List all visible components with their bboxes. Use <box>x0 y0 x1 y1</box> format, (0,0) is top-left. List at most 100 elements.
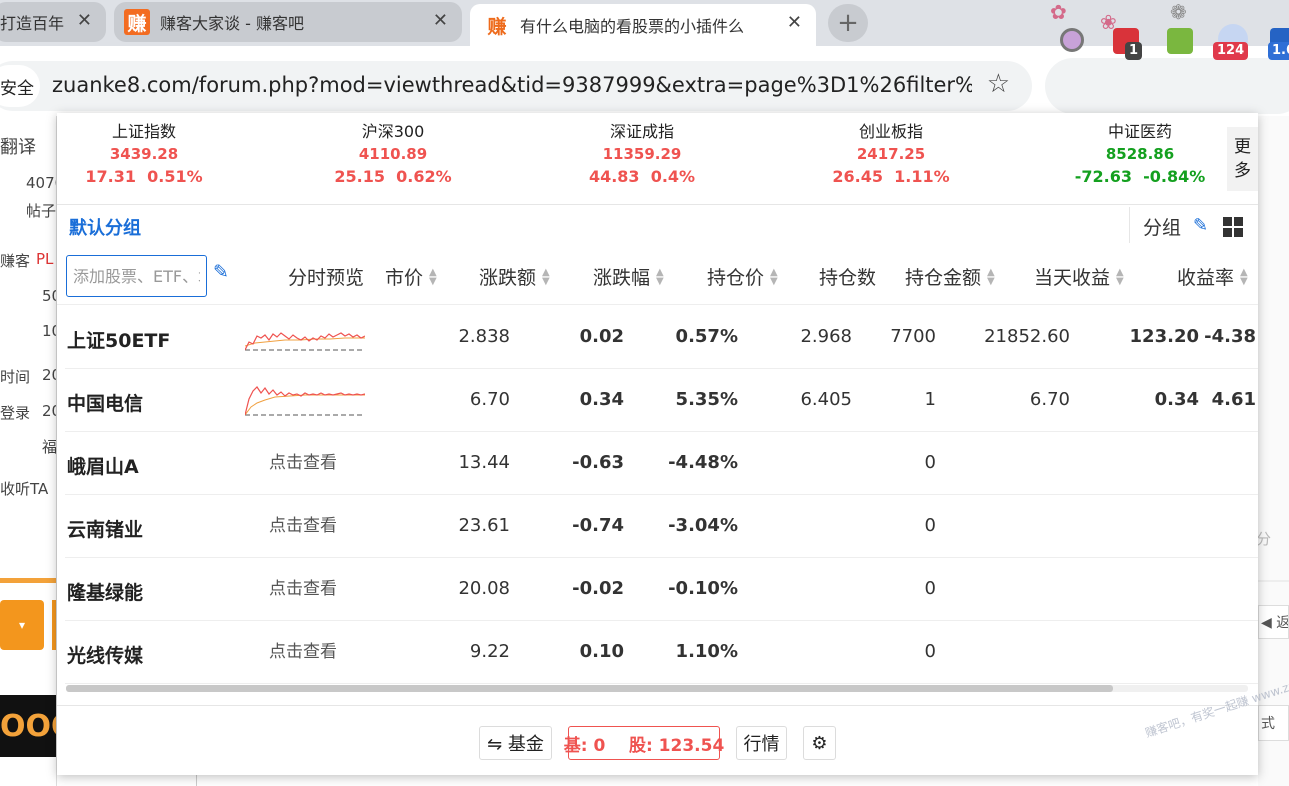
group-bar: 默认分组 分组 ✎ <box>57 205 1258 245</box>
stock-row[interactable]: 峨眉山A 点击查看 13.44 -0.63 -4.48% 0 <box>65 432 1258 495</box>
omnibox[interactable]: 安全 zuanke8.com/forum.php?mod=viewthread&… <box>0 61 1032 111</box>
tab-1-close-icon[interactable]: ✕ <box>77 10 92 31</box>
stock-name[interactable]: 云南锗业 <box>67 515 143 542</box>
group-button[interactable]: 分组 <box>1143 213 1181 240</box>
col-qty: 持仓数 <box>819 267 877 289</box>
sort-icon: ▲ ▼ <box>1116 266 1124 287</box>
cost[interactable]: 6.405 <box>800 389 852 410</box>
index-cyb[interactable]: 创业板指 2417.25 26.45 1.11% <box>816 121 966 189</box>
view-chart-link[interactable]: 点击查看 <box>269 448 337 473</box>
col-price[interactable]: 市价 ▲ ▼ <box>385 263 437 290</box>
tab-3-close-icon[interactable]: ✕ <box>787 12 802 33</box>
stock-row[interactable]: 隆基绿能 点击查看 20.08 -0.02 -0.10% 0 <box>65 558 1258 621</box>
index-change: 25.15 0.62% <box>334 167 452 186</box>
stock-name[interactable]: 隆基绿能 <box>67 578 143 605</box>
tab-1[interactable]: 打造百年 ✕ <box>0 2 106 42</box>
col-change[interactable]: 涨跌额 ▲ ▼ <box>479 263 550 290</box>
yield: 4.61 <box>1211 389 1256 410</box>
intraday-sparkline[interactable] <box>245 379 365 421</box>
amount: 21852.60 <box>984 326 1070 347</box>
price: 20.08 <box>458 578 510 599</box>
bg-fragment: 福 <box>42 438 58 456</box>
tab-2-favicon-icon: 赚 <box>124 9 150 35</box>
stock-row[interactable]: 光线传媒 点击查看 9.22 0.10 1.10% 0 <box>65 621 1258 684</box>
view-chart-link[interactable]: 点击查看 <box>269 511 337 536</box>
extension-circle-icon[interactable] <box>1060 28 1084 52</box>
pct: -4.48% <box>668 452 738 473</box>
bg-fragment: 时间 <box>0 368 31 386</box>
bg-logo: OOO <box>0 695 56 757</box>
url-text[interactable]: zuanke8.com/forum.php?mod=viewthread&tid… <box>52 73 972 97</box>
index-value: 2417.25 <box>856 145 926 163</box>
add-stock-input[interactable] <box>66 255 207 297</box>
qty[interactable]: 0 <box>925 641 936 662</box>
settings-gear-icon[interactable]: ⚙ <box>803 726 836 760</box>
col-pct[interactable]: 涨跌幅 ▲ ▼ <box>593 263 664 290</box>
bg-mode-button[interactable]: 式 <box>1258 705 1289 741</box>
security-label: 安全 <box>0 78 34 99</box>
qty[interactable]: 0 <box>925 578 936 599</box>
stock-name[interactable]: 中国电信 <box>67 389 143 416</box>
index-hs300[interactable]: 沪深300 4110.89 25.15 0.62% <box>318 121 468 189</box>
stock-name[interactable]: 光线传媒 <box>67 641 143 668</box>
extension-qr-icon[interactable] <box>1167 28 1193 54</box>
col-cost[interactable]: 持仓价 ▲ ▼ <box>707 263 778 290</box>
index-sz[interactable]: 深证成指 11359.29 44.83 0.4% <box>567 121 717 189</box>
stock-row[interactable]: 云南锗业 点击查看 23.61 -0.74 -3.04% 0 <box>65 495 1258 558</box>
scrollbar-thumb[interactable] <box>66 685 1113 692</box>
bg-follow-link[interactable]: 收听TA <box>0 478 48 499</box>
market-indices: 上证指数 3439.28 17.31 0.51% 沪深300 4110.89 2… <box>57 113 1258 205</box>
bg-fragment: PL <box>36 250 54 268</box>
bg-divider <box>1258 580 1289 582</box>
bg-fragment: 登录 <box>0 404 31 422</box>
edit-group-pencil-icon[interactable]: ✎ <box>1193 215 1208 236</box>
edit-pencil-icon[interactable]: ✎ <box>213 261 229 283</box>
today-profit: 123.20 <box>1129 326 1199 347</box>
pct: 1.10% <box>675 641 738 662</box>
cost[interactable]: 2.968 <box>800 326 852 347</box>
index-name: 中证医药 <box>1107 122 1172 141</box>
index-zzyy[interactable]: 中证医药 8528.86 -72.63 -0.84% <box>1065 121 1215 189</box>
intraday-sparkline[interactable] <box>245 316 365 358</box>
col-preview: 分时预览 <box>288 267 365 289</box>
index-name: 沪深300 <box>361 122 425 141</box>
index-sh[interactable]: 上证指数 3439.28 17.31 0.51% <box>69 121 219 189</box>
col-amount[interactable]: 持仓金额 ▲ ▼ <box>905 263 995 290</box>
index-change: -72.63 -0.84% <box>1074 167 1206 186</box>
col-today[interactable]: 当天收益 ▲ ▼ <box>1034 263 1124 290</box>
index-value: 11359.29 <box>602 145 682 163</box>
index-change: 26.45 1.11% <box>832 167 950 186</box>
change: 0.02 <box>579 326 624 347</box>
bookmark-star-icon[interactable]: ☆ <box>987 69 1010 99</box>
security-chip[interactable]: 安全 <box>0 65 40 107</box>
stock-name[interactable]: 上证50ETF <box>67 326 170 353</box>
view-chart-link[interactable]: 点击查看 <box>269 637 337 662</box>
new-tab-button[interactable]: + <box>828 4 868 42</box>
view-chart-link[interactable]: 点击查看 <box>269 574 337 599</box>
stock-row[interactable]: 中国电信 6.70 0.34 5.35% 6.405 1 6.70 0.34 4… <box>65 369 1258 432</box>
more-indices-button[interactable]: 更多 <box>1227 127 1258 191</box>
pct: 0.57% <box>675 326 738 347</box>
tab-2[interactable]: 赚 赚客大家谈 - 赚客吧 ✕ <box>114 2 462 42</box>
profit-summary-button[interactable]: 基: 0 股: 123.54 <box>564 726 724 760</box>
qty[interactable]: 1 <box>925 389 936 410</box>
group-tab-default[interactable]: 默认分组 <box>69 214 141 240</box>
stock-row[interactable]: 上证50ETF 2.838 0.02 0.57% 2.968 7700 2185… <box>65 306 1258 369</box>
qty[interactable]: 0 <box>925 452 936 473</box>
grid-view-icon[interactable] <box>1223 217 1243 237</box>
bg-toolbar-translate[interactable]: 翻译 <box>0 133 36 159</box>
qty[interactable]: 7700 <box>890 326 936 347</box>
market-button[interactable]: 行情 <box>736 726 787 760</box>
qty[interactable]: 0 <box>925 515 936 536</box>
tab-2-close-icon[interactable]: ✕ <box>433 10 448 31</box>
horizontal-scrollbar[interactable] <box>66 685 1248 692</box>
bg-dropdown-button[interactable]: ▾ <box>0 600 44 650</box>
fund-toggle-button[interactable]: ⇋ 基金 <box>479 726 552 760</box>
flower-decoration-icon: ✿ <box>1050 0 1067 24</box>
bg-back-button[interactable]: ◀ 返 <box>1258 605 1289 639</box>
extensions-area <box>1045 58 1289 114</box>
tab-3-active[interactable]: 赚 有什么电脑的看股票的小插件么 ✕ <box>470 4 816 46</box>
stock-name[interactable]: 峨眉山A <box>67 452 139 479</box>
col-yield[interactable]: 收益率 ▲ ▼ <box>1177 263 1248 290</box>
amount: 6.70 <box>1029 389 1070 410</box>
